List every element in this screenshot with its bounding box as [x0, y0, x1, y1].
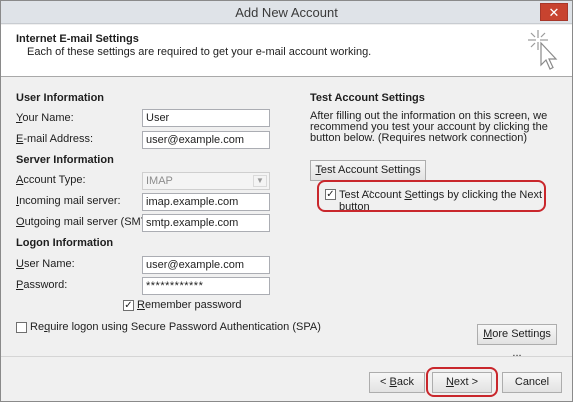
back-button[interactable]: < Back [369, 372, 425, 393]
more-settings-button[interactable]: More Settings ... [477, 324, 557, 359]
chevron-down-icon: ▼ [253, 175, 267, 187]
next-button[interactable]: Next > [432, 372, 492, 393]
spa-label: Require logon using Secure Password Auth… [30, 321, 321, 333]
remember-password-label: Remember password [137, 299, 242, 311]
cancel-button[interactable]: Cancel [502, 372, 562, 393]
wizard-footer: < Back Next > Cancel [1, 357, 572, 401]
title-bar: Add New Account ✕ [1, 1, 572, 24]
spa-checkbox[interactable] [16, 322, 27, 333]
account-type-label: Account Type: [16, 174, 86, 186]
cursor-sparkle-icon [528, 30, 558, 70]
test-settings-heading: Test Account Settings [310, 92, 425, 104]
remember-password-checkbox[interactable]: ✓ [123, 300, 134, 311]
header-subtitle: Each of these settings are required to g… [27, 46, 372, 58]
outgoing-server-label: Outgoing mail server (SMTP): [16, 216, 162, 228]
test-on-next-checkbox[interactable]: ✓ [325, 189, 336, 200]
account-type-value: IMAP [146, 175, 173, 187]
email-address-label: E-mail Address: [16, 133, 94, 145]
server-info-heading: Server Information [16, 154, 114, 166]
add-account-dialog: Add New Account ✕ Internet E-mail Settin… [0, 0, 573, 402]
your-name-input[interactable]: User [142, 109, 270, 127]
close-button[interactable]: ✕ [540, 3, 568, 21]
wizard-header: Internet E-mail Settings Each of these s… [1, 25, 572, 77]
password-label: Password: [16, 279, 68, 291]
your-name-label: Your Name: [16, 112, 74, 124]
password-input[interactable]: ************ [142, 277, 270, 295]
logon-info-heading: Logon Information [16, 237, 114, 249]
user-name-input[interactable]: user@example.com [142, 256, 270, 274]
incoming-server-input[interactable]: imap.example.com [142, 193, 270, 211]
test-account-settings-button[interactable]: Test Account Settings ... [310, 160, 426, 195]
window-title: Add New Account [235, 5, 338, 20]
test-settings-description: After filling out the information on thi… [310, 110, 548, 144]
user-info-heading: User Information [16, 92, 105, 104]
test-on-next-label: Test Account Settings by clicking the Ne… [339, 189, 543, 213]
outgoing-server-input[interactable]: smtp.example.com [142, 214, 270, 232]
email-address-input[interactable]: user@example.com [142, 131, 270, 149]
account-type-dropdown[interactable]: IMAP ▼ [142, 172, 270, 190]
user-name-label: User Name: [16, 258, 75, 270]
wizard-body: User Information Your Name: User E-mail … [1, 78, 572, 359]
incoming-server-label: Incoming mail server: [16, 195, 121, 207]
header-title: Internet E-mail Settings [16, 33, 139, 45]
